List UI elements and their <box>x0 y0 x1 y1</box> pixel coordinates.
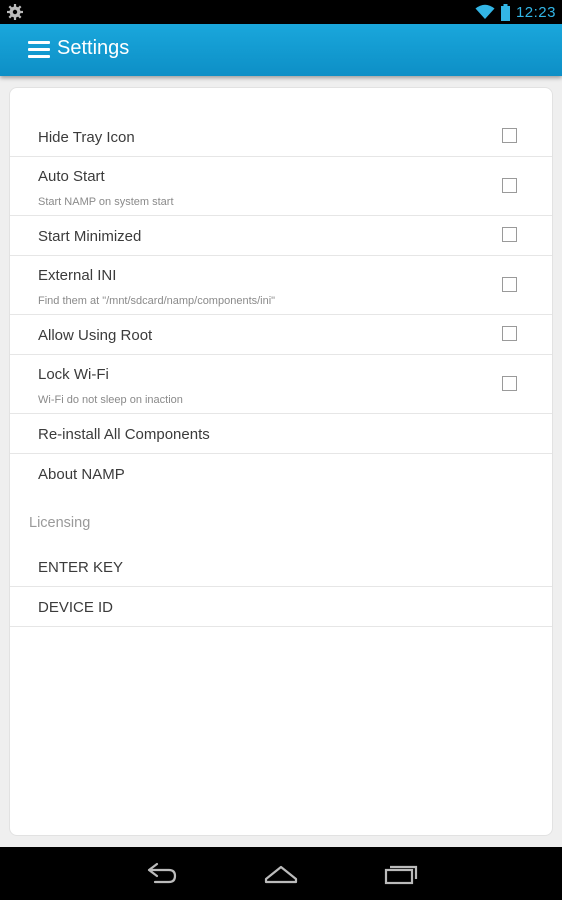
gear-notification-icon <box>7 4 23 20</box>
home-icon[interactable] <box>263 861 299 887</box>
wifi-icon <box>475 4 495 19</box>
section-header-licensing: Licensing <box>29 515 91 531</box>
navigation-bar <box>0 847 562 900</box>
status-time: 12:23 <box>515 3 556 21</box>
setting-title: Allow Using Root <box>38 327 153 344</box>
external-ini-checkbox[interactable] <box>502 277 517 292</box>
allow-using-root-checkbox[interactable] <box>502 326 517 341</box>
setting-auto-start[interactable]: Auto Start Start NAMP on system start <box>10 157 552 216</box>
setting-subtitle: Start NAMP on system start <box>38 196 174 208</box>
licensing-item-title: ENTER KEY <box>38 559 124 576</box>
setting-title: Re-install All Components <box>38 426 210 443</box>
setting-lock-wifi[interactable]: Lock Wi-Fi Wi-Fi do not sleep on inactio… <box>10 355 552 414</box>
setting-external-ini[interactable]: External INI Find them at "/mnt/sdcard/n… <box>10 256 552 315</box>
hide-tray-icon-checkbox[interactable] <box>502 128 517 143</box>
setting-hide-tray-icon[interactable]: Hide Tray Icon <box>10 117 552 157</box>
licensing-item-title: DEVICE ID <box>38 599 114 616</box>
start-minimized-checkbox[interactable] <box>502 227 517 242</box>
settings-card: Hide Tray Icon Auto Start Start NAMP on … <box>9 87 553 836</box>
setting-title: About NAMP <box>38 466 125 483</box>
setting-subtitle: Find them at "/mnt/sdcard/namp/component… <box>38 295 276 307</box>
auto-start-checkbox[interactable] <box>502 178 517 193</box>
lock-wifi-checkbox[interactable] <box>502 376 517 391</box>
setting-allow-using-root[interactable]: Allow Using Root <box>10 315 552 355</box>
setting-title: Hide Tray Icon <box>38 129 135 146</box>
licensing-device-id[interactable]: DEVICE ID <box>10 587 552 627</box>
setting-title: Start Minimized <box>38 228 142 245</box>
battery-icon <box>500 3 510 21</box>
setting-title: External INI <box>38 267 117 284</box>
back-icon[interactable] <box>143 861 179 887</box>
action-bar: Settings <box>0 24 562 76</box>
setting-start-minimized[interactable]: Start Minimized <box>10 216 552 256</box>
page-title: Settings <box>57 37 130 59</box>
hamburger-menu-icon[interactable] <box>28 41 50 59</box>
status-bar: 12:23 <box>0 0 562 24</box>
setting-title: Lock Wi-Fi <box>38 366 109 383</box>
recent-apps-icon[interactable] <box>383 861 419 887</box>
setting-title: Auto Start <box>38 168 105 185</box>
setting-about-namp[interactable]: About NAMP <box>10 454 552 494</box>
setting-subtitle: Wi-Fi do not sleep on inaction <box>38 394 183 406</box>
licensing-enter-key[interactable]: ENTER KEY <box>10 547 552 587</box>
setting-reinstall-components[interactable]: Re-install All Components <box>10 414 552 454</box>
